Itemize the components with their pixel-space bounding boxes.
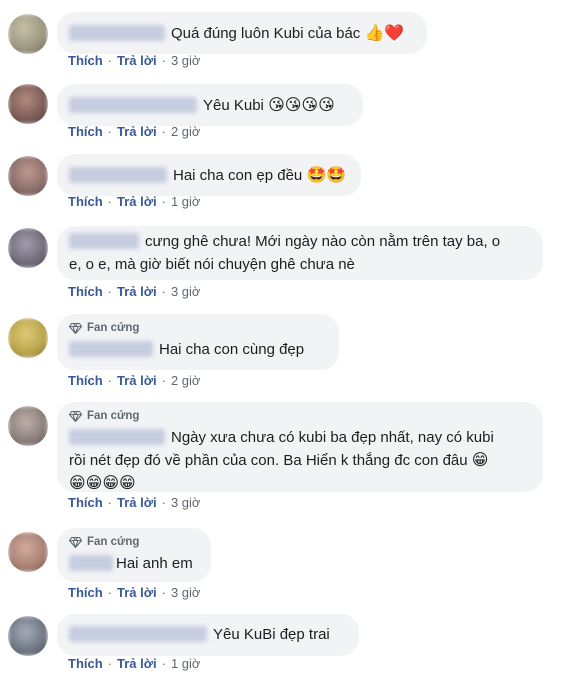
comment-text-line-1: Ngày xưa chưa có kubi ba đẹp nhất, nay c… [171,429,494,446]
reply-button[interactable]: Trả lời [117,373,157,388]
avatar[interactable] [8,156,48,196]
timestamp[interactable]: 3 giờ [171,284,201,299]
comment-bubble: Yêu Kubi 😘😘😘😘 [57,84,363,126]
author-name[interactable] [69,25,165,42]
emoji: 👍❤️ [364,23,405,42]
separator: · [161,656,166,671]
badge-label: Fan cứng [87,410,140,422]
separator: · [161,373,166,388]
comment-text: Yêu KuBi đẹp trai [213,626,330,643]
comment-bubble: Yêu KuBi đẹp trai [57,614,359,656]
separator: · [161,585,166,600]
author-name[interactable] [69,429,165,446]
author-name[interactable] [69,97,197,114]
comment-text-line-1: cưng ghê chưa! Mới ngày nào còn nằm trên… [145,233,501,250]
timestamp[interactable]: 2 giờ [171,124,201,139]
separator: · [161,495,166,510]
author-name[interactable] [69,233,139,250]
comment-text-line-2: e, o e, mà giờ biết nói chuyện ghê chưa … [69,256,355,273]
separator: · [161,53,166,68]
emoji: 😘😘😘😘 [268,95,335,114]
reply-button[interactable]: Trả lời [117,656,157,671]
like-button[interactable]: Thích [68,373,103,388]
badge-label: Fan cứng [87,322,140,334]
avatar[interactable] [8,616,48,656]
author-name[interactable] [69,555,113,572]
like-button[interactable]: Thích [68,495,103,510]
comment-bubble: Fan cứng Hai anh em [57,528,211,582]
reply-button[interactable]: Trả lời [117,495,157,510]
like-button[interactable]: Thích [68,53,103,68]
separator: · [161,284,166,299]
reply-button[interactable]: Trả lời [117,53,157,68]
separator: · [107,194,113,209]
fan-badge: Fan cứng [69,408,531,424]
separator: · [107,124,113,139]
separator: · [107,495,113,510]
separator: · [161,124,166,139]
separator: · [107,585,113,600]
comment-text: Hai cha con ẹp đều [173,167,303,184]
comment-actions: Thích · Trả lời · 1 giờ [68,656,200,672]
reply-button[interactable]: Trả lời [117,124,157,139]
diamond-icon [69,410,82,422]
comment-text: Hai anh em [116,555,193,572]
separator: · [107,284,113,299]
badge-label: Fan cứng [87,536,140,548]
like-button[interactable]: Thích [68,194,103,209]
comment-bubble: Quá đúng luôn Kubi của bác 👍❤️ [57,12,427,54]
avatar[interactable] [8,228,48,268]
author-name[interactable] [69,167,167,184]
emoji-line: 😁😁😁😁 [69,473,136,492]
timestamp[interactable]: 1 giờ [171,194,201,209]
separator: · [107,53,113,68]
diamond-icon [69,536,82,548]
comment-actions: Thích · Trả lời · 2 giờ [68,124,200,140]
avatar[interactable] [8,532,48,572]
comment-actions: Thích · Trả lời · 3 giờ [68,585,200,601]
comment-bubble: cưng ghê chưa! Mới ngày nào còn nằm trên… [57,226,543,280]
like-button[interactable]: Thích [68,656,103,671]
comment-bubble: Fan cứng Hai cha con cùng đẹp [57,314,339,370]
timestamp[interactable]: 3 giờ [171,495,201,510]
comment-actions: Thích · Trả lời · 1 giờ [68,194,200,210]
separator: · [161,194,166,209]
fan-badge: Fan cứng [69,534,199,550]
separator: · [107,373,113,388]
reply-button[interactable]: Trả lời [117,194,157,209]
like-button[interactable]: Thích [68,284,103,299]
comment-text: Yêu Kubi [203,97,264,114]
avatar[interactable] [8,14,48,54]
comment-actions: Thích · Trả lời · 3 giờ [68,495,200,511]
avatar[interactable] [8,84,48,124]
emoji: 🤩🤩 [306,165,347,184]
author-name[interactable] [69,341,153,358]
comment-actions: Thích · Trả lời · 3 giờ [68,284,200,300]
timestamp[interactable]: 1 giờ [171,656,201,671]
avatar[interactable] [8,406,48,446]
like-button[interactable]: Thích [68,124,103,139]
diamond-icon [69,322,82,334]
timestamp[interactable]: 2 giờ [171,373,201,388]
comment-text-line-2: rồi nét đẹp đó về phần của con. Ba Hiển … [69,452,468,469]
comment-bubble: Fan cứng Ngày xưa chưa có kubi ba đẹp nh… [57,402,543,492]
comment-text: Hai cha con cùng đẹp [159,341,305,358]
comment-actions: Thích · Trả lời · 3 giờ [68,53,200,69]
emoji: 😁 [471,450,489,469]
comment-text: Quá đúng luôn Kubi của bác [171,25,361,42]
comment-actions: Thích · Trả lời · 2 giờ [68,373,200,389]
reply-button[interactable]: Trả lời [117,585,157,600]
fan-badge: Fan cứng [69,320,327,336]
reply-button[interactable]: Trả lời [117,284,157,299]
timestamp[interactable]: 3 giờ [171,585,201,600]
like-button[interactable]: Thích [68,585,103,600]
author-name[interactable] [69,626,207,643]
timestamp[interactable]: 3 giờ [171,53,201,68]
comment-bubble: Hai cha con ẹp đều 🤩🤩 [57,154,361,196]
avatar[interactable] [8,318,48,358]
separator: · [107,656,113,671]
